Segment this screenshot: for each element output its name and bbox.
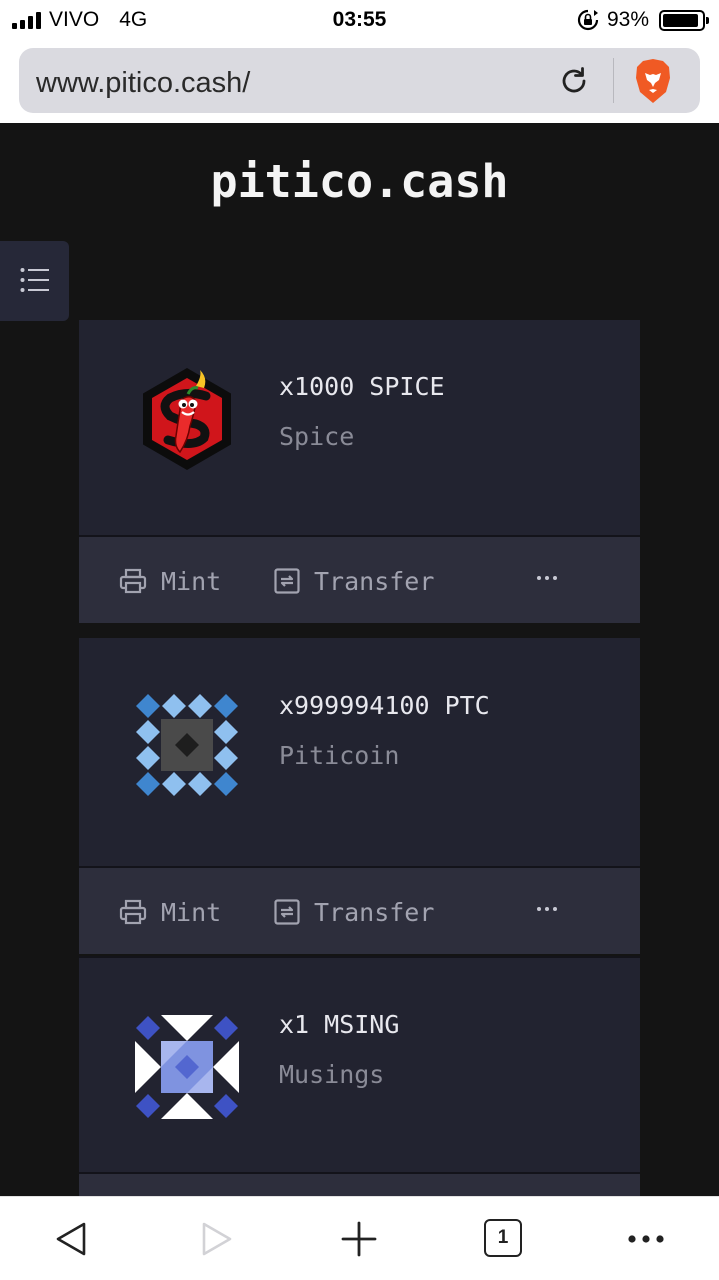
page-content: pitico.cash x1000 SPICE Spice Mint Trans… [0, 123, 719, 1196]
token-amount: x1 MSING [279, 1010, 400, 1039]
token-card-actions: Mint Transfer [79, 866, 640, 954]
transfer-button[interactable]: Transfer [274, 537, 434, 625]
list-icon [20, 268, 49, 292]
token-card-spice: x1000 SPICE Spice Mint Transfer [79, 320, 640, 625]
tabs-icon[interactable]: 1 [484, 1219, 522, 1257]
token-card-piticoin: x999994100 PTC Piticoin Mint Transfer [79, 638, 640, 956]
token-amount: x999994100 PTC [279, 691, 490, 720]
transfer-icon [274, 899, 300, 925]
battery-icon [659, 9, 709, 31]
token-name: Musings [279, 1060, 385, 1089]
mint-button[interactable]: Mint [119, 537, 221, 625]
token-card-body: x999994100 PTC Piticoin [79, 638, 640, 866]
menu-toggle-button[interactable] [0, 241, 69, 321]
transfer-label: Transfer [314, 897, 435, 927]
token-name: Spice [279, 422, 355, 451]
transfer-button[interactable]: Transfer [274, 868, 434, 956]
printer-icon [119, 899, 147, 925]
token-card-actions [79, 1172, 640, 1196]
musings-pattern-logo [135, 1015, 239, 1119]
more-options-icon[interactable] [527, 896, 567, 922]
site-title: pitico.cash [210, 155, 509, 208]
spice-chili-logo [143, 368, 231, 470]
new-tab-icon[interactable] [339, 1219, 379, 1259]
mint-button[interactable]: Mint [119, 868, 221, 956]
rotation-lock-icon [577, 9, 599, 31]
address-bar-divider [613, 58, 614, 103]
tab-count: 1 [497, 1227, 509, 1248]
browser-toolbar: 1 [0, 1196, 719, 1280]
status-right: 93% [577, 8, 709, 32]
browser-header: www.pitico.cash/ [0, 40, 719, 123]
piticoin-pattern-logo [136, 694, 238, 796]
reload-icon[interactable] [557, 64, 591, 98]
transfer-icon [274, 568, 300, 594]
battery-percent: 93% [606, 8, 649, 31]
token-amount: x1000 SPICE [279, 372, 445, 401]
back-icon[interactable] [52, 1219, 92, 1259]
token-card-body: x1 MSING Musings [79, 956, 640, 1172]
token-card-actions: Mint Transfer [79, 535, 640, 623]
status-bar: VIVO 4G 03:55 93% [0, 0, 719, 40]
more-options-icon[interactable] [527, 565, 567, 591]
brave-lion-icon[interactable] [633, 58, 673, 104]
token-card-musings: x1 MSING Musings [79, 956, 640, 1196]
transfer-label: Transfer [314, 566, 435, 596]
address-bar[interactable]: www.pitico.cash/ [19, 48, 700, 113]
token-card-body: x1000 SPICE Spice [79, 320, 640, 535]
printer-icon [119, 568, 147, 594]
mint-label: Mint [161, 897, 222, 927]
token-name: Piticoin [279, 741, 400, 770]
more-icon[interactable] [626, 1219, 666, 1259]
mint-label: Mint [161, 566, 222, 596]
forward-icon[interactable] [196, 1219, 236, 1259]
url-text[interactable]: www.pitico.cash/ [36, 67, 250, 100]
